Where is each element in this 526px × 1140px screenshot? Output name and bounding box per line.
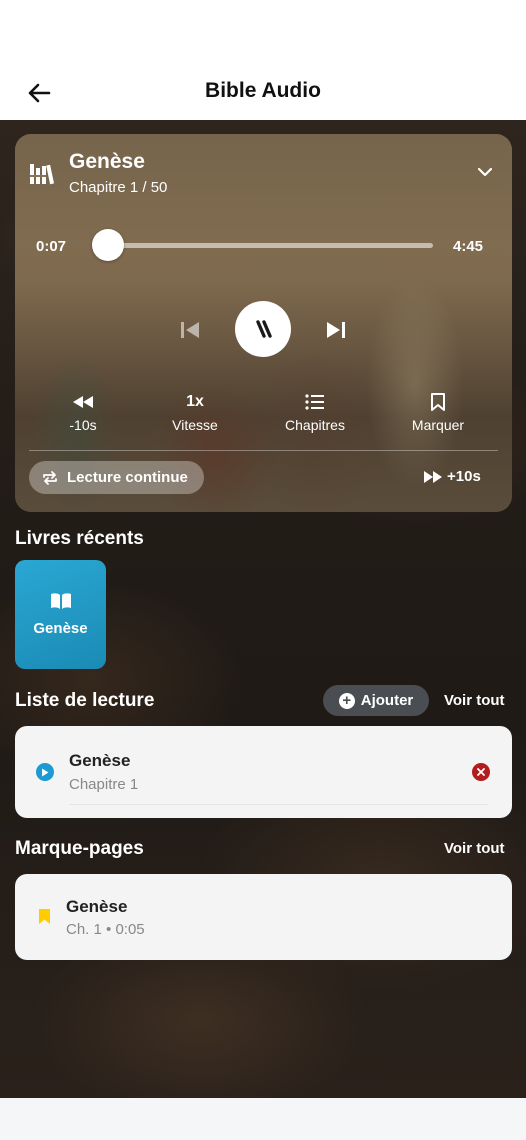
bookmarks-see-all[interactable]: Voir tout [444,840,505,857]
continuous-play-toggle[interactable]: Lecture continue [29,461,204,494]
recent-books-title: Livres récents [15,528,144,549]
fast-forward-icon [424,470,442,483]
forward-10-button[interactable]: +10s [423,468,481,485]
open-book-icon [50,593,71,609]
reading-item-divider [69,804,488,805]
chevron-down-icon[interactable] [475,164,495,180]
bookmark-button[interactable]: Marquer [393,392,483,433]
player-book-title: Genèse [69,150,145,173]
recent-book-tile[interactable]: Genèse [15,560,106,669]
speed-label: Vitesse [172,417,218,433]
list-icon [305,394,324,410]
play-circle-icon[interactable] [36,763,54,781]
speed-button[interactable]: 1x Vitesse [150,392,240,433]
current-time: 0:07 [36,238,67,255]
bookmarks-title: Marque-pages [15,838,144,859]
forward-label: +10s [447,468,481,485]
bookmark-label: Marquer [411,417,465,433]
skip-next-icon[interactable] [325,319,347,341]
bottom-bar [0,1098,526,1140]
bookmark-item-subtitle: Ch. 1 • 0:05 [66,921,145,938]
pause-icon [256,320,272,338]
player-chapter: Chapitre 1 / 50 [69,179,168,196]
continuous-label: Lecture continue [67,469,188,486]
speed-value: 1x [186,393,204,410]
reading-list-see-all[interactable]: Voir tout [444,692,505,709]
bookmark-item[interactable]: Genèse Ch. 1 • 0:05 [15,874,512,960]
reading-item-title: Genèse [69,751,131,770]
rewind-icon [73,396,93,408]
player-divider [29,450,498,451]
bookmark-filled-icon [39,909,50,924]
reading-item-subtitle: Chapitre 1 [69,776,139,793]
repeat-icon [43,470,57,485]
reading-list-item[interactable]: Genèse Chapitre 1 [15,726,512,818]
chapters-label: Chapitres [285,417,345,433]
progress-track[interactable] [98,243,433,248]
close-circle-icon[interactable] [472,763,490,781]
skip-previous-icon[interactable] [179,319,201,341]
top-bar: Bible Audio [0,60,526,120]
progress-thumb[interactable] [92,229,125,261]
bookmark-outline-icon [431,393,445,411]
reading-list-title: Liste de lecture [15,690,155,711]
add-label: Ajouter [360,692,414,709]
rewind-10-button[interactable]: -10s [38,392,128,433]
chapters-button[interactable]: Chapitres [270,392,360,433]
page-title: Bible Audio [205,79,321,102]
now-playing-card: Genèse Chapitre 1 / 50 0:07 4:45 -10s 1x… [15,134,512,512]
total-time: 4:45 [453,238,484,255]
pause-button[interactable] [235,301,291,357]
library-icon [30,164,55,185]
status-bar-area [0,0,526,60]
recent-book-label: Genèse [33,620,88,637]
bookmark-item-title: Genèse [66,897,128,916]
rewind-label: -10s [69,417,97,433]
plus-circle-icon: + [338,692,355,709]
add-to-reading-list-button[interactable]: + Ajouter [323,685,429,716]
